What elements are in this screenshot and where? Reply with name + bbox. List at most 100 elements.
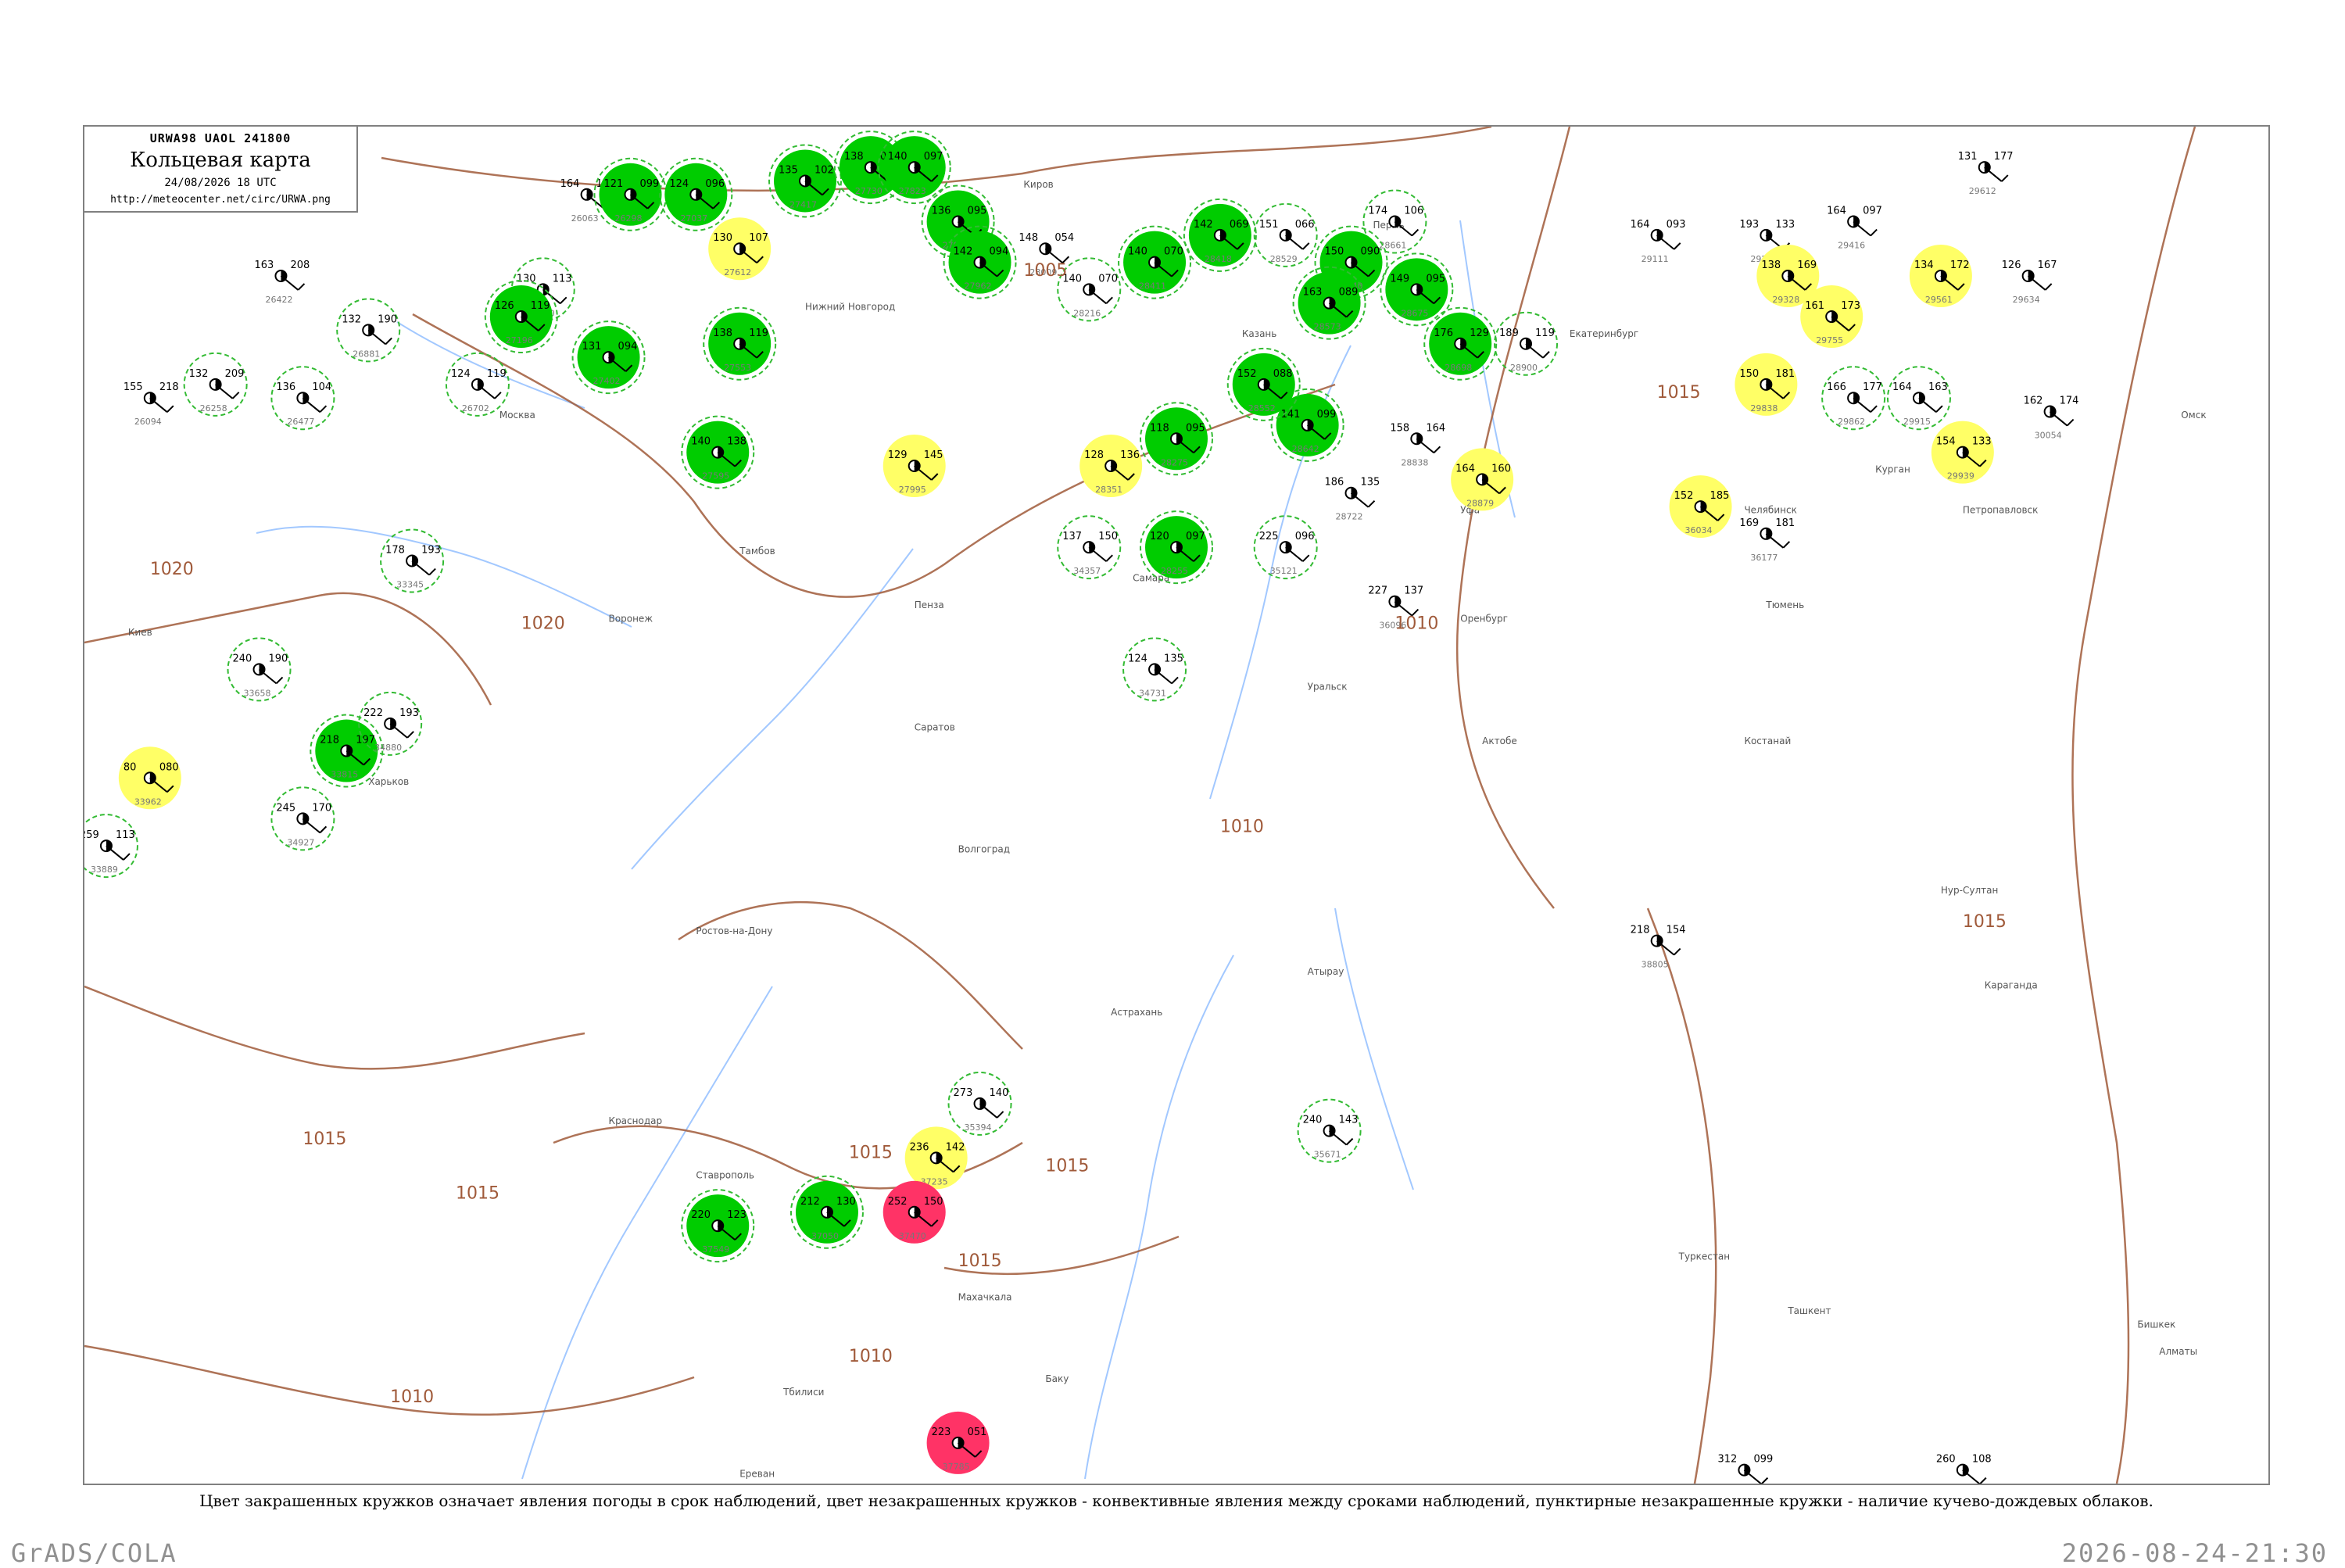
station-27995[interactable]: 129 145 27995 xyxy=(883,435,946,497)
station-36177[interactable]: 169 181 36177 xyxy=(1739,517,1795,563)
station-28573[interactable]: 163 089 28573 xyxy=(1292,266,1366,340)
station-index: 28275 xyxy=(1161,457,1188,467)
city-label: Харьков xyxy=(368,776,409,787)
station-28879[interactable]: 164 160 28879 xyxy=(1451,448,1514,511)
station-26881[interactable]: 132 190 26881 xyxy=(336,298,401,363)
city-label: Волгоград xyxy=(958,844,1010,855)
station-29634[interactable]: 126 167 29634 xyxy=(2002,260,2057,305)
station-29939[interactable]: 154 133 29939 xyxy=(1931,421,1994,484)
pressure-value: 123 xyxy=(727,1209,746,1221)
station-index: 26063 xyxy=(571,213,599,224)
wind-barb-feather xyxy=(1760,1477,1769,1484)
station-37050[interactable]: 212 130 37050 xyxy=(789,1175,864,1249)
station-28722[interactable]: 186 135 28722 xyxy=(1325,477,1380,522)
station-33962[interactable]: 80 080 33962 xyxy=(118,746,181,810)
station-26477[interactable]: 136 104 26477 xyxy=(270,366,335,431)
wind-barb-feather xyxy=(560,296,567,305)
station-29838[interactable]: 150 181 29838 xyxy=(1735,353,1798,416)
station-index: 26702 xyxy=(462,403,489,413)
station-27402[interactable]: 131 094 27402 xyxy=(571,320,646,395)
temperature-value: 131 xyxy=(582,341,602,353)
station-37470[interactable]: 252 150 37470 xyxy=(883,1180,946,1244)
station-28529[interactable]: 151 066 28529 xyxy=(1253,202,1318,267)
station-index: 37549 xyxy=(702,1244,729,1255)
station-27612[interactable]: 130 107 27612 xyxy=(708,217,772,281)
station-29612[interactable]: 131 177 29612 xyxy=(1958,151,2014,196)
station-index: 34731 xyxy=(1139,688,1166,698)
station-33889[interactable]: 259 113 33889 xyxy=(84,814,138,879)
station-27962[interactable]: 142 094 27962 xyxy=(943,225,1017,299)
pressure-value: 137 xyxy=(1404,585,1423,597)
station-26298[interactable]: 121 099 26298 xyxy=(593,157,668,231)
map-caption: Цвет закрашенных кружков означает явлени… xyxy=(199,1491,2153,1510)
station-38880[interactable]: 31209938880 xyxy=(1717,1454,1773,1484)
temperature-value: 121 xyxy=(604,178,624,190)
city-label: Омск xyxy=(2181,410,2206,421)
city-label: Тбилиси xyxy=(782,1387,824,1398)
station-27196[interactable]: 126 119 27196 xyxy=(484,280,558,354)
station-28838[interactable]: 158 164 28838 xyxy=(1390,422,1445,467)
wind-barb xyxy=(215,384,234,399)
station-37785[interactable]: 223 051 37785 xyxy=(926,1411,990,1474)
station-34927[interactable]: 245 170 34927 xyxy=(270,786,335,851)
temperature-value: 212 xyxy=(800,1196,820,1208)
station-28351[interactable]: 128 136 28351 xyxy=(1079,435,1143,497)
station-29416[interactable]: 164 097 29416 xyxy=(1827,206,1882,251)
station-26258[interactable]: 132 209 26258 xyxy=(183,352,248,417)
pressure-value: 106 xyxy=(1404,206,1423,217)
station-26094[interactable]: 155 218 26094 xyxy=(124,381,179,427)
station-27417[interactable]: 135 102 27417 xyxy=(768,144,843,218)
station-26422[interactable]: 163 208 26422 xyxy=(254,260,310,305)
station-27037[interactable]: 124 096 27037 xyxy=(659,157,733,231)
station-33658[interactable]: 240 190 33658 xyxy=(227,637,292,702)
city-label: Челябинск xyxy=(1744,505,1796,516)
station-37235[interactable]: 236 14237235 xyxy=(904,1126,968,1190)
city-label: Баку xyxy=(1045,1373,1069,1384)
station-37549[interactable]: 220 123 37549 xyxy=(681,1189,755,1263)
temperature-value: 169 xyxy=(1739,517,1759,529)
station-35671[interactable]: 240 143 35671 xyxy=(1297,1098,1362,1163)
station-34357[interactable]: 137 150 34357 xyxy=(1057,515,1122,580)
station-29862[interactable]: 166 177 29862 xyxy=(1821,366,1886,431)
station-29561[interactable]: 134 172 29561 xyxy=(1909,244,1972,307)
station-38457[interactable]: 26010838457 xyxy=(1936,1454,1992,1484)
bulletin-header: URWA98 UAOL 241800 xyxy=(149,131,292,145)
isobar-label: 1015 xyxy=(303,1129,346,1149)
station-28900[interactable]: 189 119 28900 xyxy=(1494,311,1559,376)
station-33345[interactable]: 178 193 33345 xyxy=(380,528,445,593)
station-34880[interactable]: 222 193 34880 xyxy=(358,691,423,756)
station-28275[interactable]: 118 095 28275 xyxy=(1140,402,1213,476)
station-29755[interactable]: 161 173 29755 xyxy=(1800,285,1863,349)
station-28675[interactable]: 149 095 28675 xyxy=(1380,252,1454,327)
station-29111[interactable]: 164 093 29111 xyxy=(1631,219,1686,264)
pressure-value: 185 xyxy=(1710,490,1730,502)
station-index: 29838 xyxy=(1750,403,1778,413)
station-28411[interactable]: 140 070 28411 xyxy=(1118,225,1192,299)
wind-barb xyxy=(302,397,321,413)
wind-barb xyxy=(1416,438,1434,454)
temperature-value: 240 xyxy=(1303,1115,1323,1126)
wind-barb-feather xyxy=(275,676,284,685)
station-35121[interactable]: 225 096 35121 xyxy=(1253,515,1318,580)
station-35394[interactable]: 273 140 35394 xyxy=(947,1071,1012,1136)
station-index: 37785 xyxy=(943,1462,970,1472)
station-34731[interactable]: 124 135 34731 xyxy=(1122,637,1187,702)
station-index: 36177 xyxy=(1750,553,1778,563)
station-28418[interactable]: 142 069 28418 xyxy=(1183,198,1257,272)
station-38805[interactable]: 218 154 38805 xyxy=(1631,925,1686,970)
source-url[interactable]: http://meteocenter.net/circ/URWA.png xyxy=(84,194,356,206)
station-36034[interactable]: 152 185 36034 xyxy=(1669,475,1732,539)
temperature-value: 218 xyxy=(1631,925,1650,936)
station-index: 29561 xyxy=(1925,295,1953,305)
station-29915[interactable]: 164 163 29915 xyxy=(1886,366,1951,431)
pressure-value: 173 xyxy=(1841,300,1860,312)
station-28698[interactable]: 176 129 28698 xyxy=(1423,306,1498,381)
wind-barb-feather xyxy=(385,337,392,345)
city-label: Оренбург xyxy=(1460,614,1508,625)
wind-barb xyxy=(1656,234,1675,250)
station-27553[interactable]: 138 119 27553 xyxy=(703,306,777,381)
temperature-value: 137 xyxy=(1062,531,1082,542)
station-27595[interactable]: 140 138 27595 xyxy=(681,415,755,489)
pressure-value: 088 xyxy=(1273,368,1293,380)
station-30054[interactable]: 162 174 30054 xyxy=(2024,396,2079,441)
